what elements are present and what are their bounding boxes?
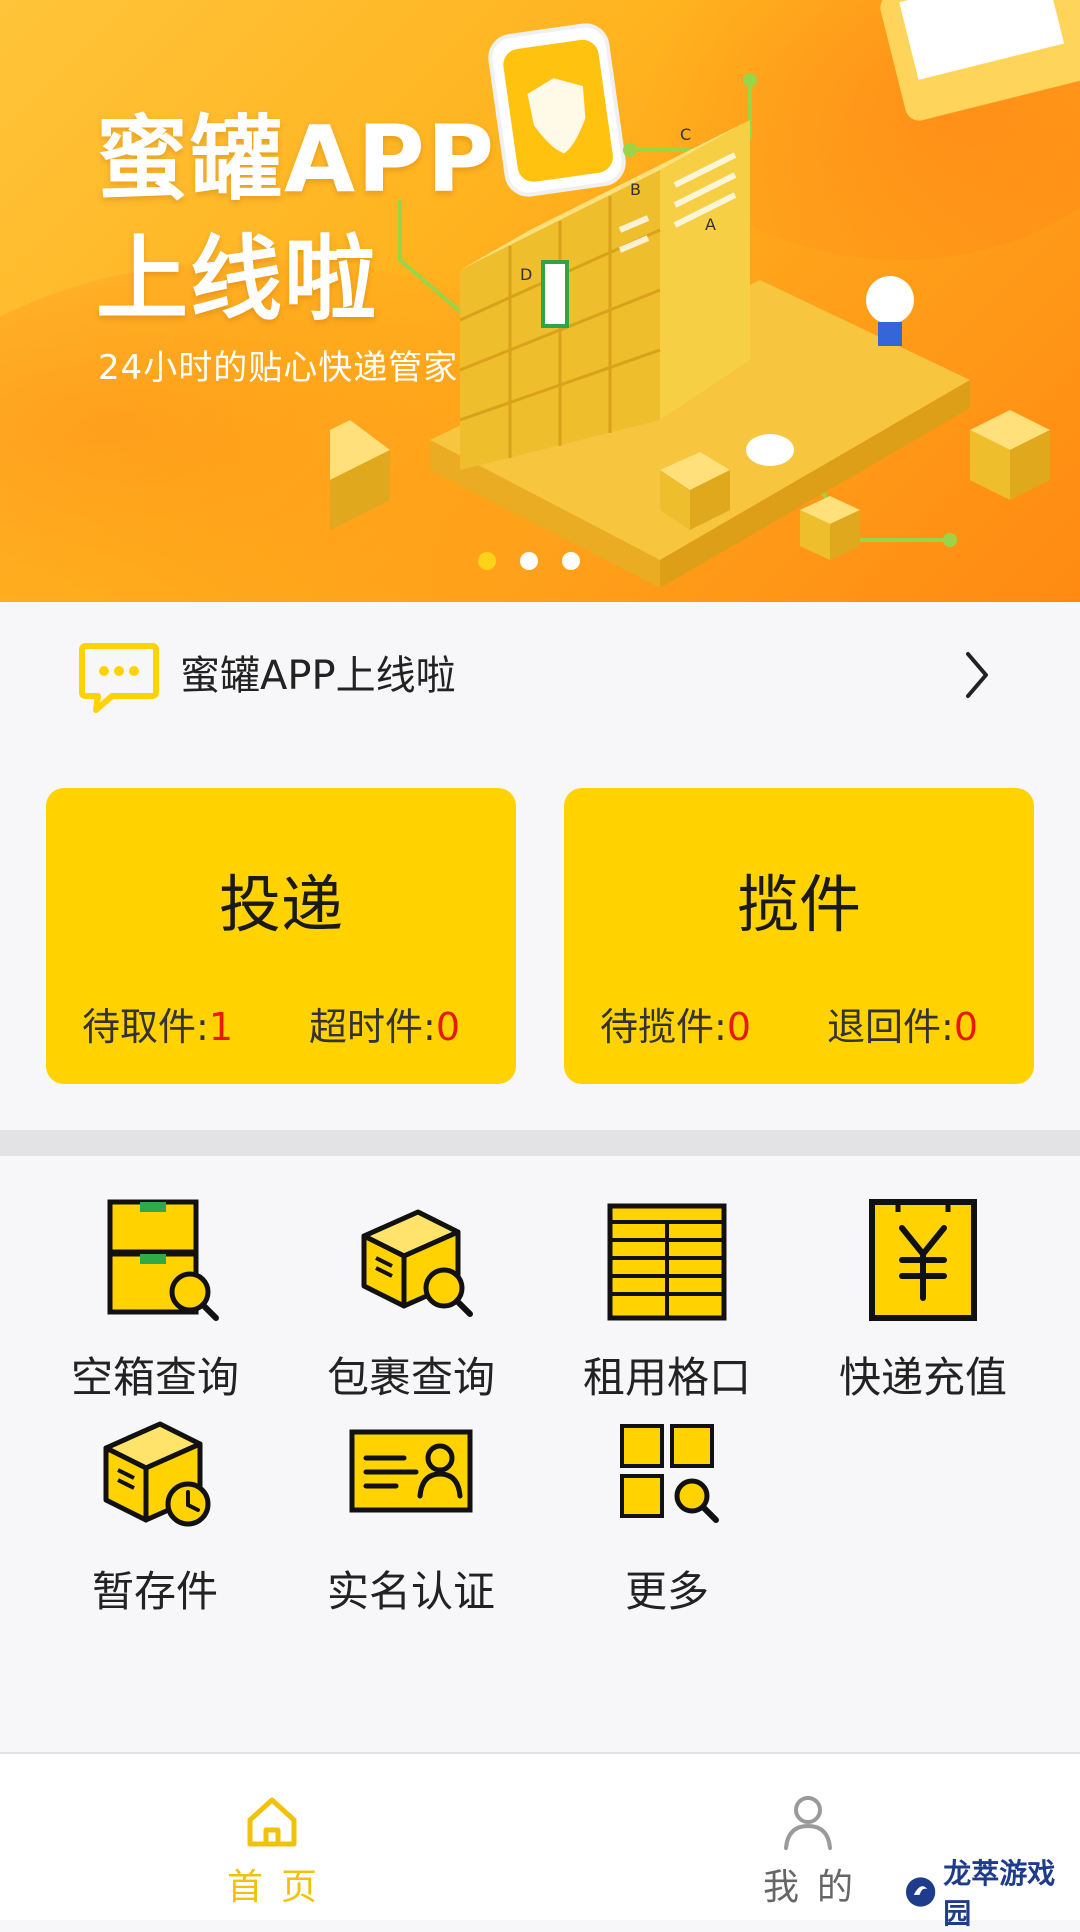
yuan-recharge-icon — [869, 1199, 977, 1321]
delivery-card-title: 投递 — [218, 868, 343, 941]
returned-count: 0 — [953, 1005, 978, 1049]
id-card-icon — [349, 1429, 473, 1513]
locker-label-c: C — [680, 125, 691, 144]
pending-pickup-stat[interactable]: 待取件:1 — [82, 996, 233, 1051]
notice-text: 蜜罐APP上线啦 — [180, 653, 456, 699]
locker-label-d: D — [520, 265, 532, 284]
grid-label-more: 更多 — [624, 1567, 709, 1616]
carousel-indicator[interactable] — [0, 552, 1080, 570]
chevron-right-icon[interactable] — [962, 650, 992, 700]
empty-box-search-icon — [107, 1199, 219, 1321]
pending-collection-count: 0 — [726, 1005, 751, 1049]
user-icon — [784, 1796, 832, 1850]
tab-mine[interactable]: 我的 — [708, 1754, 908, 1922]
package-search-icon — [361, 1209, 473, 1317]
overdue-label: 超时件: — [309, 1005, 436, 1049]
grid-item-package-search[interactable]: 包裹查询 — [296, 1198, 526, 1402]
shield-icon — [488, 23, 626, 197]
overdue-stat[interactable]: 超时件:0 — [309, 996, 460, 1051]
more-grid-icon — [620, 1424, 719, 1523]
package-box — [970, 410, 1050, 500]
locker-illustration: D A B C — [330, 0, 1080, 588]
pending-collection-stat[interactable]: 待揽件:0 — [600, 996, 751, 1051]
pending-pickup-label: 待取件: — [82, 1005, 209, 1049]
notice-bar[interactable]: 蜜罐APP上线啦 — [0, 602, 1080, 744]
package-box — [800, 496, 860, 560]
grid-label-real-name-auth: 实名认证 — [326, 1567, 495, 1616]
grid-label-temp-storage: 暂存件 — [91, 1567, 218, 1616]
grid-item-real-name-auth[interactable]: 实名认证 — [296, 1412, 526, 1616]
returned-label: 退回件: — [827, 1005, 954, 1049]
pending-pickup-count: 1 — [208, 1005, 233, 1049]
tab-mine-label: 我的 — [762, 1867, 871, 1908]
message-icon — [79, 643, 159, 713]
grid-item-rent-locker[interactable]: 租用格口 — [552, 1198, 782, 1402]
carousel-dot-active[interactable] — [478, 552, 496, 570]
locker-grid-icon — [607, 1203, 727, 1321]
grid-label-empty-box-search: 空箱查询 — [70, 1353, 239, 1402]
package-clock-icon — [103, 1421, 211, 1527]
grid-label-rent-locker: 租用格口 — [582, 1353, 751, 1402]
grid-item-more[interactable]: 更多 — [552, 1412, 782, 1616]
section-divider — [0, 1130, 1080, 1156]
watermark: 龙萃游戏园 — [904, 1857, 1080, 1930]
watermark-text: 龙萃游戏园 — [943, 1857, 1056, 1930]
collection-card-title: 揽件 — [736, 868, 861, 941]
pending-collection-label: 待揽件: — [600, 1005, 727, 1049]
overdue-count: 0 — [435, 1005, 460, 1049]
home-icon — [247, 1797, 297, 1847]
collection-card[interactable]: 揽件 待揽件:0 退回件:0 — [564, 788, 1034, 1084]
tab-home-label: 首页 — [226, 1867, 335, 1908]
promo-banner[interactable]: 蜜罐APP 上线啦 24小时的贴心快递管家 D A B C — [0, 0, 1080, 602]
grid-item-recharge[interactable]: 快递充值 — [808, 1198, 1038, 1402]
carousel-dot[interactable] — [562, 552, 580, 570]
grid-label-package-search: 包裹查询 — [326, 1353, 495, 1402]
carousel-dot[interactable] — [520, 552, 538, 570]
tab-home[interactable]: 首页 — [172, 1754, 372, 1922]
grid-item-empty-box-search[interactable]: 空箱查询 — [40, 1198, 270, 1402]
grid-label-recharge: 快递充值 — [838, 1353, 1007, 1402]
grid-item-temp-storage[interactable]: 暂存件 — [40, 1412, 270, 1616]
package-box — [330, 420, 390, 530]
locker-label-b: B — [630, 180, 641, 199]
delivery-card[interactable]: 投递 待取件:1 超时件:0 — [46, 788, 516, 1084]
returned-stat[interactable]: 退回件:0 — [827, 996, 978, 1051]
locker-label-a: A — [705, 215, 716, 234]
phone-icon — [880, 0, 1080, 121]
watermark-logo-icon — [905, 1877, 936, 1907]
